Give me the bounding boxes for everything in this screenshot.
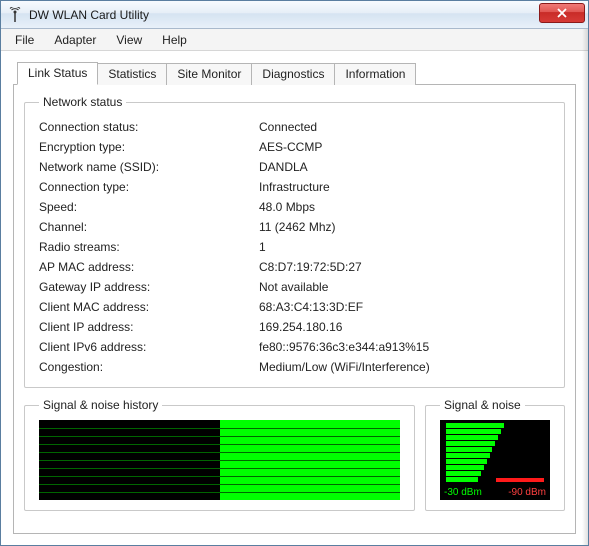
row-ap-mac: AP MAC address: C8:D7:19:72:5D:27	[39, 257, 550, 277]
tab-information[interactable]: Information	[334, 63, 416, 85]
label-congestion: Congestion:	[39, 360, 259, 374]
content-area: Link Status Statistics Site Monitor Diag…	[1, 51, 588, 546]
titlebar[interactable]: DW WLAN Card Utility	[1, 1, 588, 29]
signal-noise-group: Signal & noise	[425, 398, 565, 511]
tab-strip: Link Status Statistics Site Monitor Diag…	[17, 61, 576, 84]
value-gateway-ip: Not available	[259, 280, 550, 294]
value-client-ipv6: fe80::9576:36c3:e344:a913%15	[259, 340, 550, 354]
label-radio-streams: Radio streams:	[39, 240, 259, 254]
label-client-mac: Client MAC address:	[39, 300, 259, 314]
value-encryption-type: AES-CCMP	[259, 140, 550, 154]
menubar: File Adapter View Help	[1, 29, 588, 51]
row-connection-type: Connection type: Infrastructure	[39, 177, 550, 197]
signal-noise-history-legend: Signal & noise history	[39, 398, 162, 412]
value-client-ip: 169.254.180.16	[259, 320, 550, 334]
value-connection-status: Connected	[259, 120, 550, 134]
value-network-name: DANDLA	[259, 160, 550, 174]
row-client-ipv6: Client IPv6 address: fe80::9576:36c3:e34…	[39, 337, 550, 357]
signal-noise-history-group: Signal & noise history	[24, 398, 415, 511]
label-client-ipv6: Client IPv6 address:	[39, 340, 259, 354]
app-window: DW WLAN Card Utility File Adapter View H…	[0, 0, 589, 546]
antenna-icon	[7, 7, 23, 23]
signal-noise-meter: -30 dBm -90 dBm	[440, 420, 550, 500]
noise-bar-icon	[496, 478, 544, 482]
label-connection-type: Connection type:	[39, 180, 259, 194]
label-network-name: Network name (SSID):	[39, 160, 259, 174]
row-speed: Speed: 48.0 Mbps	[39, 197, 550, 217]
menu-view[interactable]: View	[106, 31, 152, 49]
menu-help[interactable]: Help	[152, 31, 197, 49]
label-gateway-ip: Gateway IP address:	[39, 280, 259, 294]
signal-history-chart	[39, 420, 400, 500]
row-network-name: Network name (SSID): DANDLA	[39, 157, 550, 177]
row-connection-status: Connection status: Connected	[39, 117, 550, 137]
tab-statistics[interactable]: Statistics	[97, 63, 167, 85]
label-connection-status: Connection status:	[39, 120, 259, 134]
value-client-mac: 68:A3:C4:13:3D:EF	[259, 300, 550, 314]
signal-bars-icon	[446, 422, 504, 482]
tab-site-monitor[interactable]: Site Monitor	[166, 63, 252, 85]
row-encryption-type: Encryption type: AES-CCMP	[39, 137, 550, 157]
menu-adapter[interactable]: Adapter	[44, 31, 106, 49]
signal-noise-legend: Signal & noise	[440, 398, 525, 412]
value-congestion: Medium/Low (WiFi/Interference)	[259, 360, 550, 374]
row-congestion: Congestion: Medium/Low (WiFi/Interferenc…	[39, 357, 550, 377]
value-connection-type: Infrastructure	[259, 180, 550, 194]
row-radio-streams: Radio streams: 1	[39, 237, 550, 257]
network-status-legend: Network status	[39, 95, 126, 109]
value-radio-streams: 1	[259, 240, 550, 254]
noise-dbm-label: -90 dBm	[508, 487, 546, 498]
label-ap-mac: AP MAC address:	[39, 260, 259, 274]
label-client-ip: Client IP address:	[39, 320, 259, 334]
row-client-ip: Client IP address: 169.254.180.16	[39, 317, 550, 337]
window-title: DW WLAN Card Utility	[29, 8, 149, 22]
value-speed: 48.0 Mbps	[259, 200, 550, 214]
tab-link-status[interactable]: Link Status	[17, 62, 98, 85]
signal-dbm-label: -30 dBm	[444, 487, 482, 498]
close-button[interactable]	[539, 3, 585, 23]
tab-panel-link-status: Network status Connection status: Connec…	[13, 84, 576, 534]
tab-diagnostics[interactable]: Diagnostics	[251, 63, 335, 85]
label-speed: Speed:	[39, 200, 259, 214]
value-ap-mac: C8:D7:19:72:5D:27	[259, 260, 550, 274]
menu-file[interactable]: File	[5, 31, 44, 49]
network-status-group: Network status Connection status: Connec…	[24, 95, 565, 388]
row-client-mac: Client MAC address: 68:A3:C4:13:3D:EF	[39, 297, 550, 317]
value-channel: 11 (2462 Mhz)	[259, 220, 550, 234]
row-channel: Channel: 11 (2462 Mhz)	[39, 217, 550, 237]
label-channel: Channel:	[39, 220, 259, 234]
row-gateway-ip: Gateway IP address: Not available	[39, 277, 550, 297]
label-encryption-type: Encryption type:	[39, 140, 259, 154]
